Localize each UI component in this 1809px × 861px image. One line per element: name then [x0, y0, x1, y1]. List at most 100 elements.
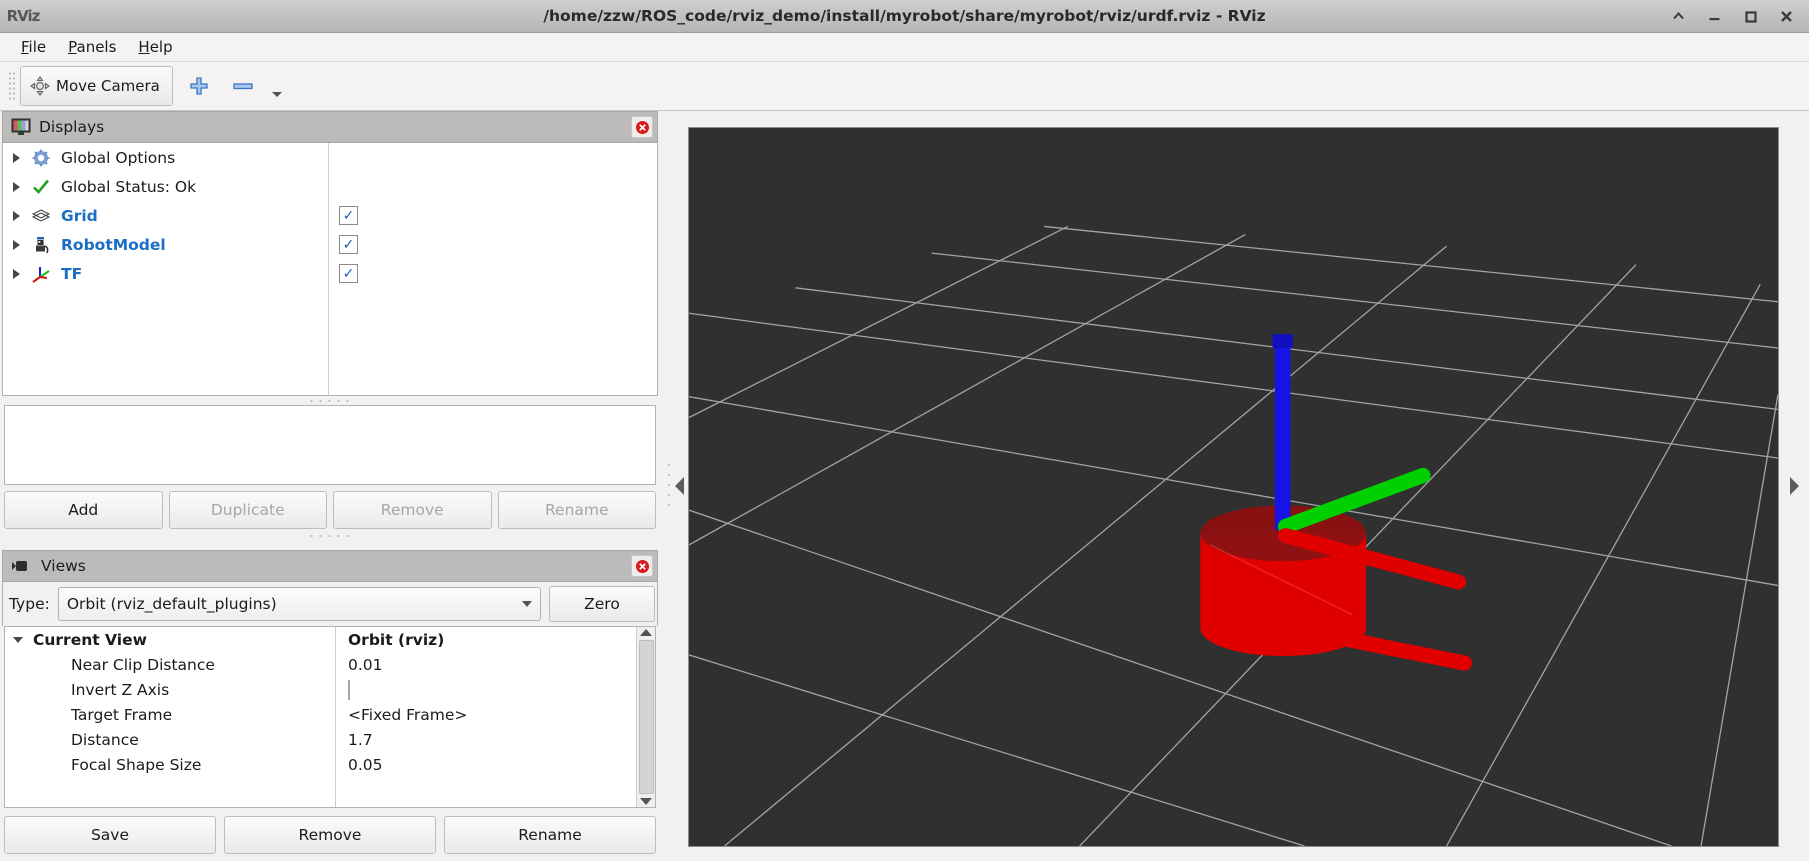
expand-arrow-icon[interactable] — [13, 239, 20, 250]
menu-bar: File Panels Help — [0, 33, 1809, 62]
maximize-icon — [1745, 10, 1757, 23]
close-button[interactable] — [1778, 8, 1795, 25]
zero-view-button[interactable]: Zero — [549, 586, 655, 622]
chevron-down-icon — [522, 601, 532, 607]
menu-file[interactable]: File — [10, 35, 57, 59]
move-camera-label: Move Camera — [56, 77, 160, 95]
displays-button-row: Add Duplicate Remove Rename — [4, 489, 656, 531]
property-value-row[interactable]: 0.05 — [336, 752, 636, 777]
tree-item-tf[interactable]: TF — [3, 259, 328, 288]
tree-item-label: TF — [61, 264, 83, 283]
expand-arrow-icon[interactable] — [13, 268, 20, 279]
menu-panels-mnemonic: P — [68, 38, 77, 56]
scrollbar-thumb[interactable] — [638, 640, 654, 794]
view-type-value: Orbit (rviz_default_plugins) — [66, 595, 277, 613]
axis-z-tip — [1272, 334, 1293, 349]
property-row[interactable]: Target Frame — [5, 702, 335, 727]
displays-panel-close-button[interactable] — [631, 116, 653, 138]
app-icon: RViz — [6, 7, 41, 25]
tree-item-global-status[interactable]: Global Status: Ok — [3, 172, 328, 201]
tf-enabled-checkbox-row: ✓ — [329, 259, 657, 288]
views-panel-close-button[interactable] — [631, 555, 653, 577]
grid-enabled-checkbox[interactable]: ✓ — [339, 206, 358, 225]
toolbar-overflow-button[interactable] — [272, 92, 282, 97]
view-properties-table[interactable]: Current View Near Clip Distance Invert Z… — [4, 626, 656, 808]
property-row[interactable]: Focal Shape Size — [5, 752, 335, 777]
scroll-down-arrow-icon[interactable] — [640, 798, 652, 805]
collapse-right-arrow-icon[interactable] — [1789, 477, 1799, 495]
property-value-row[interactable] — [336, 677, 636, 702]
display-description-box — [4, 405, 656, 485]
property-value-row[interactable]: 0.01 — [336, 652, 636, 677]
render-viewport-3d[interactable] — [688, 127, 1779, 847]
property-row[interactable]: Invert Z Axis — [5, 677, 335, 702]
duplicate-display-button[interactable]: Duplicate — [168, 491, 327, 529]
tree-item-global-options[interactable]: Global Options — [3, 143, 328, 172]
menu-file-rest: ile — [28, 38, 47, 56]
property-name: Invert Z Axis — [71, 680, 170, 699]
add-display-button[interactable]: Add — [4, 491, 163, 529]
splitter-grip — [307, 398, 353, 403]
scroll-up-arrow-icon[interactable] — [640, 629, 652, 636]
add-tool-button[interactable] — [181, 67, 217, 105]
grid-icon — [30, 206, 52, 226]
menu-help[interactable]: Help — [127, 35, 183, 59]
move-camera-icon — [29, 75, 51, 97]
rename-display-button[interactable]: Rename — [497, 491, 656, 529]
displays-monitor-icon — [11, 118, 31, 135]
remove-display-button[interactable]: Remove — [333, 491, 492, 529]
move-camera-button[interactable]: Move Camera — [20, 66, 173, 106]
main-body: Displays Global Options Global Status: O… — [0, 111, 1809, 861]
collapse-left-arrow-icon[interactable] — [674, 477, 684, 495]
remove-view-button[interactable]: Remove — [224, 816, 436, 854]
tree-item-grid[interactable]: Grid — [3, 201, 328, 230]
property-row[interactable]: Near Clip Distance — [5, 652, 335, 677]
view-property-names: Current View Near Clip Distance Invert Z… — [5, 627, 335, 807]
maximize-button[interactable] — [1742, 8, 1759, 25]
remove-tool-button[interactable] — [225, 67, 261, 105]
close-icon — [635, 120, 649, 134]
view-type-dropdown[interactable]: Orbit (rviz_default_plugins) — [57, 587, 541, 621]
property-row[interactable]: Current View — [5, 627, 335, 652]
displays-panel-titlebar: Displays — [2, 111, 658, 143]
collapse-arrow-icon[interactable] — [13, 636, 23, 643]
invert-z-axis-checkbox[interactable] — [344, 679, 350, 700]
left-dock-splitter[interactable] — [660, 111, 688, 861]
property-value: 0.01 — [348, 655, 383, 674]
save-view-button[interactable]: Save — [4, 816, 216, 854]
expand-arrow-icon[interactable] — [13, 210, 20, 221]
displays-tree[interactable]: Global Options Global Status: Ok Grid Ro… — [2, 143, 658, 396]
property-value-row[interactable]: <Fixed Frame> — [336, 702, 636, 727]
views-panel-titlebar: Views — [2, 550, 658, 582]
property-name: Focal Shape Size — [71, 755, 202, 774]
property-value-row[interactable]: 1.7 — [336, 727, 636, 752]
plus-icon — [190, 77, 208, 95]
property-value: Orbit (rviz) — [348, 630, 445, 649]
window-controls — [1670, 8, 1809, 25]
title-bar: RViz /home/zzw/ROS_code/rviz_demo/instal… — [0, 0, 1809, 33]
views-panel-title: Views — [41, 557, 86, 575]
viewport-background — [689, 128, 1778, 846]
view-properties-scrollbar[interactable] — [636, 627, 655, 807]
minimize-button[interactable] — [1706, 8, 1723, 25]
property-row[interactable]: Distance — [5, 727, 335, 752]
expand-arrow-icon[interactable] — [13, 181, 20, 192]
tf-enabled-checkbox[interactable]: ✓ — [339, 264, 358, 283]
shade-button[interactable] — [1670, 8, 1687, 25]
tree-item-robotmodel[interactable]: RobotModel — [3, 230, 328, 259]
toolbar-grip[interactable] — [8, 71, 16, 101]
tree-value-empty — [329, 172, 657, 201]
menu-help-rest: elp — [149, 38, 173, 56]
property-value: 0.05 — [348, 755, 383, 774]
tool-bar: Move Camera — [0, 62, 1809, 111]
left-dock-column: Displays Global Options Global Status: O… — [0, 111, 660, 861]
robotmodel-enabled-checkbox[interactable]: ✓ — [339, 235, 358, 254]
minus-icon — [233, 83, 253, 90]
expand-arrow-icon[interactable] — [13, 152, 20, 163]
menu-panels[interactable]: Panels — [57, 35, 127, 59]
displays-horizontal-splitter[interactable] — [2, 396, 658, 405]
property-value-row[interactable]: Orbit (rviz) — [336, 627, 636, 652]
displays-tree-values: ✓ ✓ ✓ — [329, 143, 657, 395]
displays-views-splitter[interactable] — [2, 531, 658, 540]
rename-view-button[interactable]: Rename — [444, 816, 656, 854]
